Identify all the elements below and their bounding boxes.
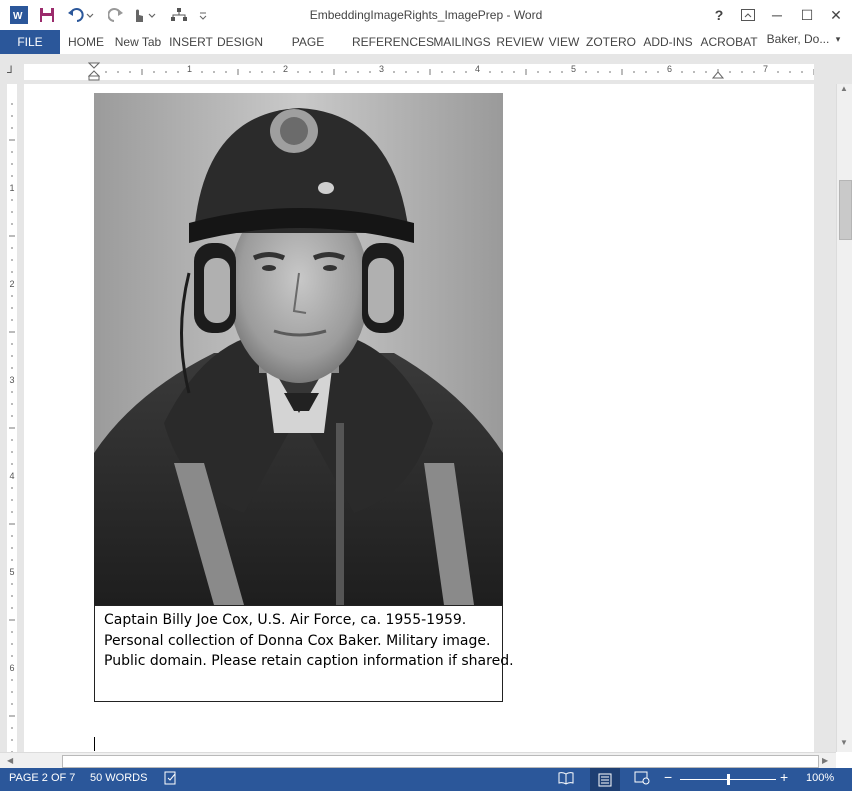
- zoom-in-button[interactable]: +: [780, 769, 788, 785]
- tab-zotero[interactable]: ZOTERO: [584, 30, 638, 54]
- page-count[interactable]: PAGE 2 OF 7: [9, 772, 75, 784]
- right-indent-marker-icon[interactable]: [712, 68, 724, 80]
- help-button[interactable]: ?: [706, 4, 732, 26]
- caption-line: Captain Billy Joe Cox, U.S. Air Force, c…: [104, 612, 467, 628]
- ruler-number: 1: [9, 183, 15, 193]
- tab-design[interactable]: DESIGN: [216, 30, 264, 54]
- caption-line: Public domain. Please retain caption inf…: [104, 653, 514, 669]
- vertical-scroll-thumb[interactable]: [839, 180, 852, 240]
- tab-mailings[interactable]: MAILINGS: [431, 30, 493, 54]
- tab-selector-icon[interactable]: ⅃: [7, 66, 17, 76]
- vertical-scrollbar[interactable]: ▲ ▼: [836, 84, 852, 752]
- vertical-ruler-bar: 1 2 3 4 5 6: [0, 84, 24, 752]
- ruler-number: 2: [283, 64, 289, 74]
- text-cursor: [94, 737, 95, 751]
- zoom-out-button[interactable]: −: [664, 769, 672, 785]
- horizontal-scrollbar[interactable]: ◀ ▶: [0, 752, 836, 769]
- tab-file[interactable]: FILE: [0, 30, 60, 54]
- zoom-level[interactable]: 100%: [806, 772, 834, 784]
- tab-acrobat[interactable]: ACROBAT: [698, 30, 760, 54]
- close-button[interactable]: ✕: [823, 4, 849, 26]
- scroll-left-icon[interactable]: ◀: [7, 756, 13, 765]
- scroll-right-icon[interactable]: ▶: [822, 756, 828, 765]
- tab-home[interactable]: HOME: [64, 30, 108, 54]
- tab-review[interactable]: REVIEW: [496, 30, 544, 54]
- ribbon-tabs: FILE HOME New Tab INSERT DESIGN PAGE LAY…: [0, 27, 852, 73]
- word-count[interactable]: 50 WORDS: [90, 772, 147, 784]
- canvas-margin: [814, 84, 836, 752]
- minimize-button[interactable]: ─: [764, 4, 790, 26]
- ruler-number: 2: [9, 279, 15, 289]
- ruler-number: 6: [9, 663, 15, 673]
- tab-new-tab[interactable]: New Tab: [112, 30, 164, 54]
- ruler-number: 7: [763, 64, 769, 74]
- tab-references[interactable]: REFERENCES: [352, 30, 434, 54]
- user-account[interactable]: Baker, Do...: [765, 27, 831, 51]
- ruler-number: 4: [475, 64, 481, 74]
- print-layout-icon[interactable]: [590, 768, 620, 791]
- maximize-button[interactable]: ☐: [794, 4, 820, 26]
- user-menu-chevron-icon[interactable]: ▾: [832, 27, 844, 51]
- tab-view[interactable]: VIEW: [546, 30, 582, 54]
- horizontal-ruler[interactable]: 1 2 3 4 5 6 7: [24, 62, 814, 82]
- ruler-number: 3: [9, 375, 15, 385]
- scroll-down-icon[interactable]: ▼: [840, 738, 848, 747]
- web-layout-icon[interactable]: [634, 771, 650, 788]
- ruler-number: 1: [187, 64, 193, 74]
- status-bar: PAGE 2 OF 7 50 WORDS − + 100%: [0, 768, 852, 791]
- caption-text-box[interactable]: Captain Billy Joe Cox, U.S. Air Force, c…: [94, 605, 514, 702]
- caption-line: Personal collection of Donna Cox Baker. …: [104, 633, 491, 649]
- portrait-photo[interactable]: [94, 93, 503, 605]
- scroll-up-icon[interactable]: ▲: [840, 84, 848, 93]
- ruler-number: 5: [571, 64, 577, 74]
- ribbon-display-options-icon[interactable]: [735, 4, 761, 26]
- proofing-icon[interactable]: [164, 771, 178, 788]
- tab-add-ins[interactable]: ADD-INS: [640, 30, 696, 54]
- ruler-number: 5: [9, 567, 15, 577]
- read-mode-icon[interactable]: [558, 771, 574, 788]
- ruler-number: 6: [667, 64, 673, 74]
- vertical-ruler[interactable]: 1 2 3 4 5 6: [7, 84, 17, 752]
- zoom-slider-thumb[interactable]: [727, 774, 730, 785]
- ruler-number: 4: [9, 471, 15, 481]
- tab-insert[interactable]: INSERT: [168, 30, 214, 54]
- ruler-number: 3: [379, 64, 385, 74]
- title-bar: W EmbeddingImageRights_ImagePrep - Word …: [0, 0, 852, 30]
- left-indent-marker-icon[interactable]: [88, 62, 100, 82]
- horizontal-scroll-thumb[interactable]: [62, 755, 819, 768]
- horizontal-ruler-bar: ⅃ 1 2 3 4 5 6 7: [0, 54, 852, 84]
- tab-page-layout[interactable]: PAGE LAYOUT: [267, 30, 349, 73]
